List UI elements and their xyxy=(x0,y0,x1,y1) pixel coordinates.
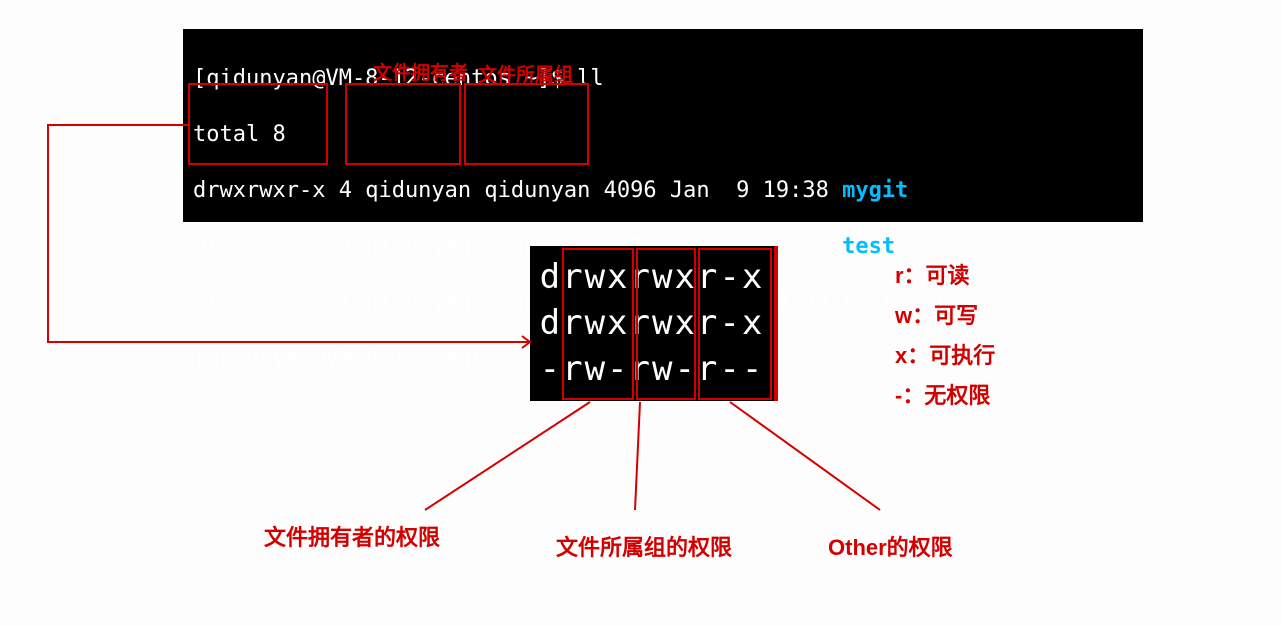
legend-x: x：可执行 xyxy=(895,336,995,376)
permission-legend: r：可读 w：可写 x：可执行 -：无权限 xyxy=(895,256,995,416)
perm-column-box xyxy=(188,83,328,165)
group-perm-col-box xyxy=(636,248,696,400)
other-perm-label: Other的权限 xyxy=(828,530,953,562)
ls-row-0: drwxrwxr-x 4 qidunyan qidunyan 4096 Jan … xyxy=(193,177,1133,205)
other-perm-col-box xyxy=(698,248,772,400)
prompt-line-1: [qidunyan@VM-8-12-centos ~]$ ll xyxy=(193,65,1133,93)
owner-column-box xyxy=(345,83,461,165)
group-column-box xyxy=(464,83,589,165)
owner-perm-label: 文件拥有者的权限 xyxy=(264,520,440,552)
group-perm-label: 文件所属组的权限 xyxy=(556,530,732,562)
legend-dash: -：无权限 xyxy=(895,376,995,416)
legend-r: r：可读 xyxy=(895,256,995,296)
group-label: 文件所属组 xyxy=(478,60,573,87)
total-line: total 8 xyxy=(193,121,1133,149)
legend-w: w：可写 xyxy=(895,296,995,336)
owner-label: 文件拥有者 xyxy=(373,58,468,85)
owner-perm-col-box xyxy=(562,248,634,400)
